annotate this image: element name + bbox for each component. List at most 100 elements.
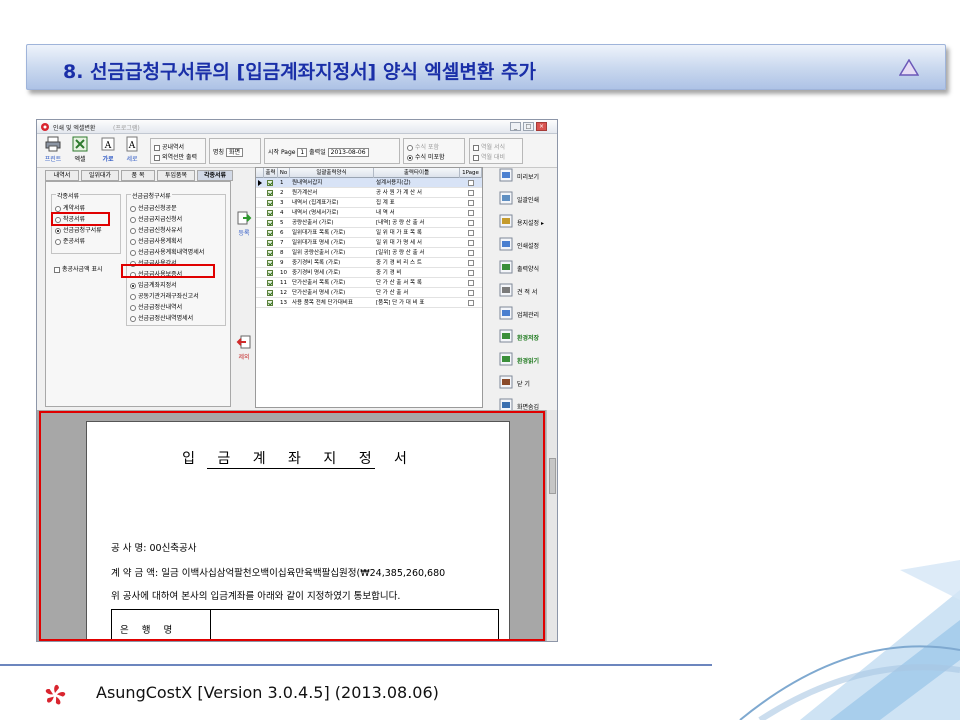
table-row[interactable]: 2 원가계산서 공 사 원 가 계 산 서 — [256, 188, 482, 198]
one-page-checkbox[interactable] — [468, 270, 474, 276]
col-one-page[interactable]: 1Page — [460, 168, 482, 178]
one-page-checkbox[interactable] — [468, 260, 474, 266]
col-no[interactable]: No — [278, 168, 290, 178]
col-title[interactable]: 출력타이틀 — [374, 168, 460, 178]
print-form-button[interactable]: 출력양식 — [495, 257, 553, 278]
table-row[interactable]: 1 원내역서갑지 설계서용지(갑) — [256, 178, 482, 188]
one-page-checkbox[interactable] — [468, 280, 474, 286]
excel-button[interactable]: 엑셀 — [69, 136, 91, 166]
doc-type-radio-advance[interactable]: 선금급청구서류 — [55, 225, 102, 234]
print-button[interactable]: 프린트 — [42, 136, 64, 166]
landscape-button[interactable]: A 가로 — [97, 136, 119, 166]
one-page-checkbox[interactable] — [468, 240, 474, 246]
advance-doc-radio[interactable]: 선금급신청공문 — [130, 203, 177, 212]
minimize-button[interactable]: _ — [510, 122, 521, 131]
tab-input-items[interactable]: 투입품목 — [157, 170, 195, 181]
table-row[interactable]: 5 공량산출서 (가로) [내역] 공 량 산 출 서 — [256, 218, 482, 228]
print-date-field[interactable]: 2013-08-06 — [327, 148, 369, 157]
table-row[interactable]: 4 내역서 (명세서가로) 내 역 서 — [256, 208, 482, 218]
table-row[interactable]: 13 사용 품목 전체 단가대비표 [품목] 단 가 대 비 표 — [256, 298, 482, 308]
preview-scrollbar[interactable] — [546, 410, 557, 641]
preview-button[interactable]: 미리보기 — [495, 165, 553, 186]
unit-select[interactable]: 화면 — [225, 148, 244, 157]
advance-doc-radio[interactable]: 선금급사용계획내역명세서 — [130, 247, 204, 256]
one-page-checkbox[interactable] — [468, 250, 474, 256]
one-page-checkbox[interactable] — [468, 210, 474, 216]
bank-table: 은 행 명 — [111, 609, 499, 641]
print-checkbox[interactable] — [267, 290, 273, 296]
outline-only-checkbox[interactable]: 외역선만 출력 — [154, 152, 197, 161]
print-checkbox[interactable] — [267, 300, 273, 306]
print-checkbox[interactable] — [267, 220, 273, 226]
remove-button[interactable]: 제외 — [235, 334, 253, 361]
col-form[interactable]: 일괄출력양식 — [290, 168, 374, 178]
save-settings-button[interactable]: 환경저장 — [495, 326, 553, 347]
print-checkbox[interactable] — [267, 270, 273, 276]
print-checkbox[interactable] — [267, 190, 273, 196]
portrait-button[interactable]: A 세로 — [121, 136, 143, 166]
tab-documents[interactable]: 각종서류 — [197, 170, 233, 181]
advance-doc-radio[interactable]: 선금급정산내역서 — [130, 302, 182, 311]
col-print[interactable]: 출력 — [264, 168, 278, 178]
tab-items[interactable]: 품 목 — [121, 170, 155, 181]
scrollbar-thumb[interactable] — [549, 458, 556, 494]
advance-doc-radio[interactable]: 선금급사용계획서 — [130, 236, 182, 245]
doc-type-radio-contract[interactable]: 계약서류 — [55, 203, 85, 212]
close-door-button[interactable]: 닫 기 — [495, 372, 553, 393]
one-page-checkbox[interactable] — [468, 230, 474, 236]
print-checkbox[interactable] — [267, 200, 273, 206]
empty-bill-checkbox[interactable]: 공내역서 — [154, 142, 184, 151]
maximize-button[interactable]: □ — [523, 122, 534, 131]
one-page-checkbox[interactable] — [468, 200, 474, 206]
print-checkbox[interactable] — [267, 260, 273, 266]
doc-type-radio-completion[interactable]: 준공서류 — [55, 236, 85, 245]
advance-doc-radio[interactable]: 선금급신청사유서 — [130, 225, 182, 234]
one-page-checkbox[interactable] — [468, 220, 474, 226]
advance-doc-radio[interactable]: 선금급사용각서 — [130, 258, 177, 267]
print-checkbox[interactable] — [267, 240, 273, 246]
print-form-icon — [499, 260, 513, 274]
table-row[interactable]: 7 일위대가표 명세 (가로) 일 위 대 가 명 세 서 — [256, 238, 482, 248]
advance-doc-radio[interactable]: 선금급사용보증서 — [130, 269, 182, 278]
table-row[interactable]: 12 단가산출서 명세 (가로) 단 가 산 출 서 — [256, 288, 482, 298]
reverse-compare-checkbox[interactable]: 역월 대비 — [473, 152, 505, 161]
tab-unit-price[interactable]: 일위대가 — [81, 170, 119, 181]
table-row[interactable]: 9 중기경비 목록 (가로) 중 기 경 비 리 스 트 — [256, 258, 482, 268]
advance-doc-radio-selected[interactable]: 입금계좌지정서 — [130, 280, 177, 289]
advance-doc-radio[interactable]: 선금급정산내역명세서 — [130, 313, 193, 322]
doc-type-radio-start[interactable]: 착공서류 — [55, 214, 85, 223]
table-row[interactable]: 11 단가산출서 목록 (가로) 단 가 산 출 서 목 록 — [256, 278, 482, 288]
formula-include-radio[interactable]: 수식 포함 — [407, 142, 439, 151]
preview-page: 입 금 계 좌 지 정 서 공 사 명: 00신축공사 계 약 금 액: 일금 … — [86, 421, 510, 641]
reverse-format-checkbox[interactable]: 역월 서식 — [473, 142, 505, 151]
company-button[interactable]: 업체관리 — [495, 303, 553, 324]
table-row[interactable]: 8 일위 공량산출서 (가로) [일위] 공 량 산 출 서 — [256, 248, 482, 258]
print-checkbox[interactable] — [267, 280, 273, 286]
advance-doc-radio[interactable]: 선금급지급신청서 — [130, 214, 182, 223]
print-checkbox[interactable] — [267, 230, 273, 236]
print-form-grid[interactable]: 출력 No 일괄출력양식 출력타이틀 1Page 1 원내역서갑지 설계서용지(갑)… — [255, 167, 483, 408]
preview-doc-title: 입 금 계 좌 지 정 서 — [182, 451, 416, 467]
advance-doc-radio[interactable]: 공동기관거래구좌신고서 — [130, 291, 199, 300]
register-button[interactable]: 등록 — [235, 210, 253, 237]
print-checkbox[interactable] — [267, 250, 273, 256]
batch-print-button[interactable]: 일괄인쇄 — [495, 188, 553, 209]
paper-setup-button[interactable]: 용지설정 ▸ — [495, 211, 553, 232]
close-window-button[interactable]: × — [536, 122, 547, 131]
one-page-checkbox[interactable] — [468, 300, 474, 306]
estimate-button[interactable]: 견 적 서 — [495, 280, 553, 301]
tab-bill[interactable]: 내역서 — [45, 170, 79, 181]
load-settings-button[interactable]: 환경읽기 — [495, 349, 553, 370]
start-page-field[interactable]: 1 — [297, 148, 308, 157]
formula-exclude-radio[interactable]: 수식 미포함 — [407, 152, 445, 161]
table-row[interactable]: 6 일위대가표 목록 (가로) 일 위 대 가 표 목 록 — [256, 228, 482, 238]
print-setup-button[interactable]: 인쇄설정 — [495, 234, 553, 255]
total-amount-checkbox[interactable]: 총공사금액 표시 — [54, 264, 103, 273]
print-checkbox[interactable] — [267, 210, 273, 216]
print-checkbox[interactable] — [267, 180, 273, 186]
one-page-checkbox[interactable] — [468, 190, 474, 196]
table-row[interactable]: 10 중기경비 명세 (가로) 중 기 경 비 — [256, 268, 482, 278]
table-row[interactable]: 3 내역서 (집계표가로) 집 계 표 — [256, 198, 482, 208]
one-page-checkbox[interactable] — [468, 290, 474, 296]
one-page-checkbox[interactable] — [468, 180, 474, 186]
